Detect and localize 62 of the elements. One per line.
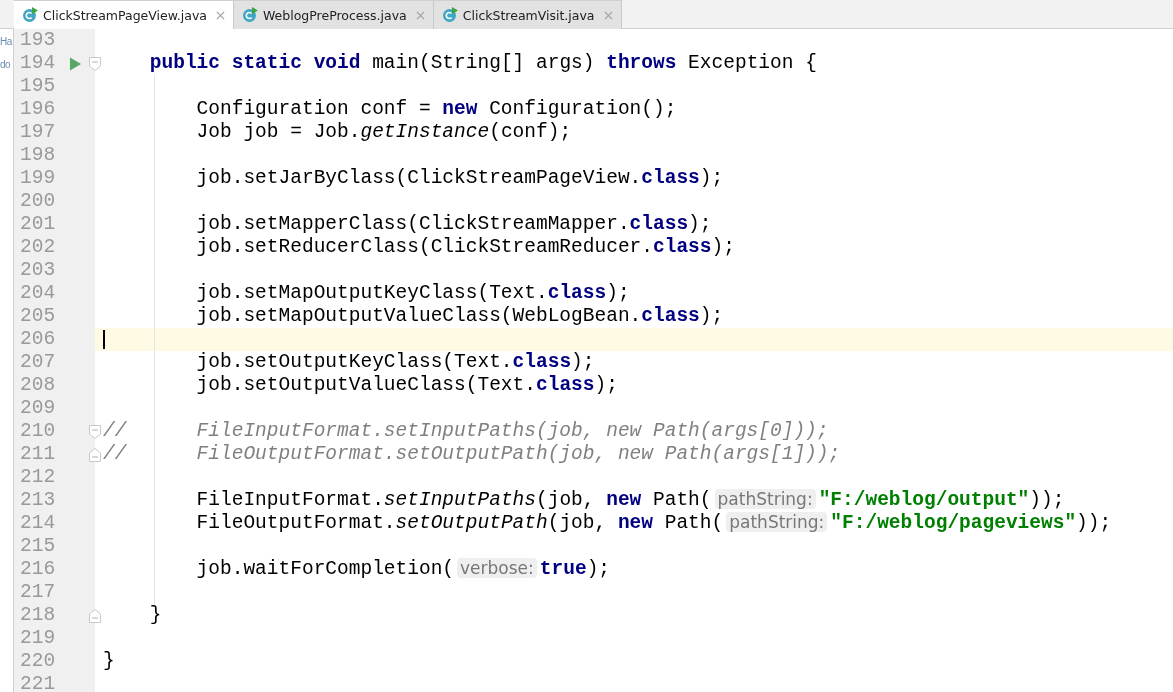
- line-number: 193: [19, 29, 57, 53]
- code-line: job.setReducerClass(ClickStreamReducer.class);: [195, 236, 735, 258]
- line-number: 211: [19, 443, 57, 466]
- line-number: 203: [19, 259, 57, 282]
- line-number: 201: [19, 213, 57, 236]
- line-number: 205: [19, 305, 57, 328]
- line-number: 204: [19, 282, 57, 305]
- line-number: 208: [19, 374, 57, 397]
- editor-tab[interactable]: ClickStreamPageView.java: [14, 0, 234, 29]
- line-number: 202: [19, 236, 57, 259]
- code-line: job.setMapOutputValueClass(WebLogBean.class);: [195, 305, 724, 327]
- line-number: 209: [19, 397, 57, 420]
- line-number: 212: [19, 466, 57, 489]
- line-number: 214: [19, 512, 57, 535]
- line-number: 200: [19, 190, 57, 213]
- line-number: 216: [19, 558, 57, 581]
- panel-text: Ha: [0, 35, 12, 49]
- line-number: 215: [19, 535, 57, 558]
- code-line: }: [148, 604, 162, 626]
- class-file-icon: [22, 7, 38, 23]
- run-icon[interactable]: [69, 57, 81, 71]
- close-icon[interactable]: [603, 10, 613, 20]
- code-line: }: [103, 650, 115, 672]
- line-number: 198: [19, 144, 57, 167]
- fold-icon[interactable]: [89, 424, 101, 439]
- editor-tab[interactable]: WeblogPreProcess.java: [233, 0, 434, 29]
- line-number: 194: [19, 52, 57, 76]
- fold-icon[interactable]: [89, 447, 101, 462]
- fold-icon[interactable]: [89, 57, 101, 71]
- line-number: 221: [19, 673, 57, 692]
- code-line: Configuration conf = new Configuration();: [195, 98, 677, 120]
- code-line: // FileInputFormat.setInputPaths(job, new Path(args[0]));: [103, 420, 829, 442]
- code-line: Job job = Job.getInstance(conf);: [195, 121, 572, 143]
- code-line: job.setMapOutputKeyClass(Text.class);: [195, 282, 630, 304]
- code-line: job.setJarByClass(ClickStreamPageView.class);: [195, 167, 724, 189]
- close-icon[interactable]: [415, 10, 425, 20]
- line-number: 210: [19, 420, 57, 443]
- panel-text: do: [0, 58, 11, 72]
- line-number: 196: [19, 98, 57, 121]
- line-number: 195: [19, 75, 57, 98]
- class-file-icon: [241, 7, 258, 23]
- line-number: 213: [19, 489, 57, 512]
- code-line: job.setMapperClass(ClickStreamMapper.class);: [195, 213, 712, 235]
- close-icon[interactable]: [215, 10, 225, 20]
- code-line: job.setOutputValueClass(Text.class);: [195, 374, 618, 396]
- editor-tab[interactable]: ClickStreamVisit.java: [433, 0, 622, 29]
- code-line: FileOutputFormat.setOutputPath(job, new Path( pathString: "F:/weblog/pageviews"));: [195, 512, 1112, 534]
- fold-icon[interactable]: [89, 608, 101, 623]
- line-number: 207: [19, 351, 57, 374]
- code-line: job.waitForCompletion( verbose: true);: [195, 558, 611, 580]
- line-number: 199: [19, 167, 57, 190]
- line-number: 206: [19, 328, 57, 351]
- class-file-icon: [441, 7, 458, 23]
- line-number: 219: [19, 627, 57, 650]
- line-number: 220: [19, 650, 57, 673]
- code-line: job.setOutputKeyClass(Text.class);: [195, 351, 595, 373]
- code-line: public static void main(String[] args) throws Exception {: [148, 52, 817, 74]
- line-number: 217: [19, 581, 57, 604]
- line-number: 218: [19, 604, 57, 627]
- code-line: // FileOutputFormat.setOutputPath(job, new Path(args[1]));: [103, 443, 841, 465]
- code-line: FileInputFormat.setInputPaths(job, new Path( pathString: "F:/weblog/output"));: [195, 489, 1065, 511]
- line-number: 197: [19, 121, 57, 144]
